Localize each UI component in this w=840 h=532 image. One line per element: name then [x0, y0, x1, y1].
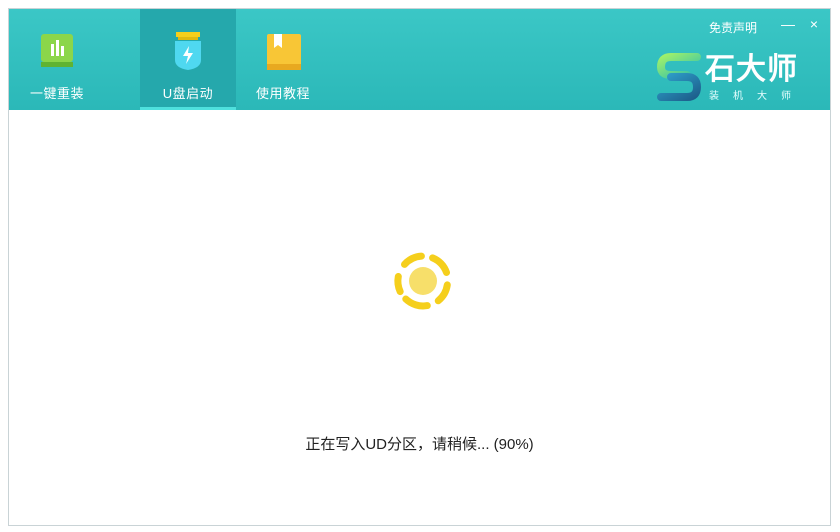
tab-usb-boot[interactable]: U盘启动 — [140, 9, 236, 110]
disclaimer-link[interactable]: 免责声明 — [709, 19, 757, 36]
tab-label: U盘启动 — [162, 86, 214, 101]
tab-tutorial[interactable]: 使用教程 — [235, 9, 331, 110]
brand-name: 石大师 — [705, 53, 798, 86]
tab-label: 使用教程 — [255, 86, 310, 101]
header-bar: 一键重装 U盘启动 使用教程 免责声明 — × 石大师 装机大师 — [9, 9, 830, 110]
usb-drive-icon — [175, 32, 201, 70]
brand-subtitle: 装机大师 — [709, 91, 805, 102]
close-button[interactable]: × — [805, 15, 823, 33]
minimize-button[interactable]: — — [779, 15, 797, 33]
brand-s-logo-icon — [657, 53, 701, 101]
brand-logo: 石大师 装机大师 — [657, 53, 817, 103]
bar-chart-icon — [41, 34, 73, 67]
tab-one-click-install[interactable]: 一键重装 — [9, 9, 105, 110]
loading-spinner-icon — [394, 252, 451, 310]
app-window: 一键重装 U盘启动 使用教程 免责声明 — × 石大师 装机大师 正在写入UD分… — [8, 8, 831, 526]
book-icon — [267, 34, 301, 70]
status-message: 正在写入UD分区，请稍候... (90%) — [305, 436, 534, 453]
tab-label: 一键重装 — [29, 86, 84, 101]
